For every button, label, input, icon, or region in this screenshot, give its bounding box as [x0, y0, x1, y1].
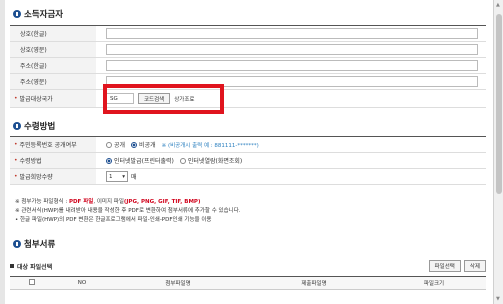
- scrollbar[interactable]: ▲ ▼: [493, 0, 503, 304]
- owner-row-addr-en: 주소(영문): [10, 74, 486, 90]
- file-select-bar: 대상 파일선택 파일선택 삭제: [10, 258, 486, 274]
- quantity-unit: 매: [131, 174, 137, 181]
- radio-online[interactable]: [106, 157, 112, 164]
- form-page: 소득자금자 상호(한글) 상호(영문) 주소(한글) 주소(영문) 발급대상국가…: [5, 0, 498, 304]
- name-en-input[interactable]: [106, 44, 478, 55]
- scroll-up-icon[interactable]: ▲: [496, 2, 500, 8]
- field-label: 발급대상국가: [10, 90, 96, 107]
- radio-public-label: 공개: [114, 142, 126, 149]
- note-hwp-form: ※ 관련서식(HWP)를 내려받아 내용을 작성한 후 PDF로 변환하여 첨부…: [15, 208, 241, 214]
- receive-row: 수령방법 인터넷발급(프린터출력) 인터넷열람(화면조회): [10, 153, 486, 169]
- file-select-button[interactable]: 파일선택: [428, 260, 461, 272]
- file-select-title: 대상 파일선택: [10, 262, 52, 271]
- country-row: 발급대상국가 코드검색 상가조료: [10, 90, 486, 108]
- note-pdf-convert: • 한글 파일(HWP)의 PDF 변환은 한글프로그램에서 파일-인쇄-PDF…: [15, 217, 212, 223]
- chevron-down-icon: ▾: [122, 173, 125, 180]
- owner-row-name-en: 상호(영문): [10, 42, 486, 58]
- highlight-box: [103, 84, 224, 114]
- scrollbar-thumb[interactable]: [496, 14, 502, 194]
- field-label: 발급희망수량: [10, 169, 96, 184]
- section-bullet-icon: [13, 122, 21, 130]
- radio-private-label: 비공개: [139, 142, 156, 149]
- disclose-row: 주민등록번호 공개여부 공개 비공개 ※ (비공개시 출력 예 : 881111…: [10, 137, 486, 153]
- field-label: 주민등록번호 공개여부: [10, 137, 96, 152]
- scroll-down-icon[interactable]: ▼: [496, 296, 500, 302]
- note-file-types: ※ 첨부가능 파일형식 : PDF 파일, 이미지 파일(JPG, PNG, G…: [15, 199, 201, 205]
- field-label: 상호(영문): [10, 42, 96, 57]
- method-table: 주민등록번호 공개여부 공개 비공개 ※ (비공개시 출력 예 : 881111…: [10, 136, 486, 185]
- section-method-title: 수령방법: [13, 120, 55, 132]
- radio-private[interactable]: [131, 141, 138, 148]
- addr-kr-input[interactable]: [106, 60, 478, 71]
- name-kr-input[interactable]: [106, 28, 478, 39]
- select-all-checkbox[interactable]: [29, 279, 35, 285]
- file-table-header: NO 첨부파일명 제출파일명 파일크기: [10, 276, 486, 290]
- field-label: 상호(한글): [10, 26, 96, 41]
- section-owner-title: 소득자금자: [13, 8, 63, 20]
- select-all-cell: [10, 279, 54, 287]
- quantity-row: 발급희망수량 1 ▾ 매: [10, 169, 486, 185]
- file-delete-button[interactable]: 삭제: [463, 260, 486, 272]
- radio-view[interactable]: [179, 157, 186, 164]
- section-attach-title: 첨부서류: [13, 238, 55, 250]
- quantity-select[interactable]: 1 ▾: [106, 171, 128, 182]
- section-bullet-icon: [13, 10, 21, 18]
- owner-row-name-kr: 상호(한글): [10, 26, 486, 42]
- radio-online-label: 인터넷발급(프린터출력): [114, 158, 174, 165]
- col-no: NO: [77, 280, 87, 286]
- disclose-hint: ※ (비공개시 출력 예 : 881111-*******): [161, 142, 259, 149]
- col-file-size: 파일크기: [423, 281, 445, 287]
- radio-view-label: 인터넷열람(화면조회): [187, 158, 243, 165]
- radio-public[interactable]: [106, 141, 112, 148]
- section-bullet-icon: [13, 240, 21, 248]
- field-label: 주소(한글): [10, 58, 96, 73]
- notes: ※ 첨부가능 파일형식 : PDF 파일, 이미지 파일(JPG, PNG, G…: [15, 198, 241, 225]
- field-label: 주소(영문): [10, 74, 96, 89]
- owner-row-addr-kr: 주소(한글): [10, 58, 486, 74]
- col-submit-name: 제출파일명: [301, 281, 327, 287]
- field-label: 수령방법: [10, 153, 96, 168]
- owner-table: 상호(한글) 상호(영문) 주소(한글) 주소(영문) 발급대상국가 코드검색 …: [10, 25, 486, 108]
- col-attach-name: 첨부파일명: [165, 281, 191, 287]
